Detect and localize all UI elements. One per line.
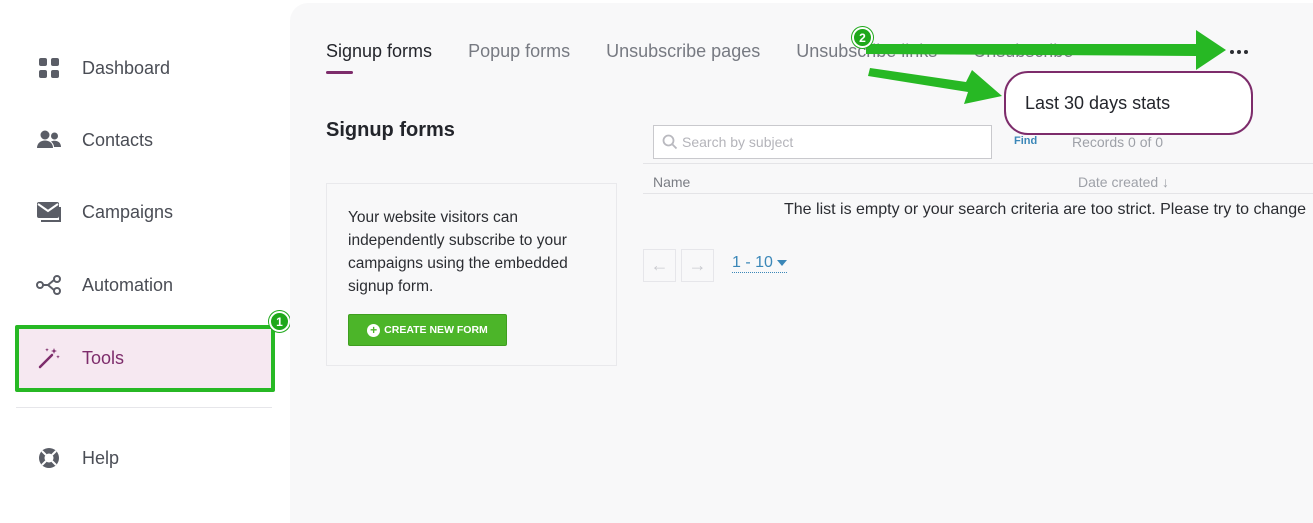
more-options-popup: Last 30 days stats [1004,71,1253,135]
info-text: Your website visitors can independently … [348,209,568,295]
tab-unsubscribe[interactable]: Unsubscribe [973,41,1073,62]
table-header: Name Date created ↓ [643,163,1313,194]
sidebar-item-contacts[interactable]: Contacts [16,107,272,173]
column-header-name[interactable]: Name [653,174,690,190]
sidebar-item-help[interactable]: Help [16,425,272,491]
lifebuoy-icon [36,445,62,471]
step-2-badge: 2 [852,27,873,48]
info-card: Your website visitors can independently … [326,183,617,366]
sidebar-item-label: Campaigns [82,201,174,222]
column-header-date-created[interactable]: Date created ↓ [1078,174,1169,190]
users-icon [36,127,62,153]
mail-icon [36,199,62,225]
search-icon [662,134,678,150]
step-1-badge: 1 [269,311,290,332]
sidebar-divider [16,407,272,408]
tab-popup-forms[interactable]: Popup forms [468,41,570,62]
page-range-label: 1 - 10 [732,254,773,271]
sidebar-item-label: Contacts [82,129,154,150]
grid-icon [36,55,62,81]
sidebar-item-automation[interactable]: Automation [16,252,272,318]
create-button-label: CREATE NEW FORM [384,324,488,336]
caret-down-icon [776,260,787,266]
sidebar-item-label: Dashboard [82,57,171,78]
sidebar-item-label: Automation [82,274,174,295]
more-options-button[interactable] [1228,43,1250,61]
sidebar: Dashboard Contacts Campaigns Automation … [0,0,290,523]
page-size-dropdown[interactable]: 1 - 10 [732,254,787,273]
tab-unsubscribe-pages[interactable]: Unsubscribe pages [606,41,760,62]
last-30-days-stats-item[interactable]: Last 30 days stats [1025,93,1170,114]
share-icon [36,272,62,298]
tools-highlight-box [15,325,275,392]
search-input[interactable] [682,134,982,150]
create-new-form-button[interactable]: + CREATE NEW FORM [348,314,507,346]
sidebar-item-dashboard[interactable]: Dashboard [16,35,272,101]
find-link[interactable]: Find [1014,135,1037,147]
sidebar-item-campaigns[interactable]: Campaigns [16,179,272,245]
tab-signup-forms[interactable]: Signup forms [326,41,432,74]
sidebar-item-label: Help [82,447,120,468]
next-page-button[interactable]: → [681,249,714,282]
search-field[interactable] [653,125,992,159]
plus-circle-icon: + [367,323,381,337]
arrow-right-icon: → [688,255,707,275]
section-title: Signup forms [326,119,455,141]
arrow-left-icon: ← [650,255,669,275]
records-count: Records 0 of 0 [1072,134,1164,150]
prev-page-button[interactable]: ← [643,249,676,282]
empty-list-message: The list is empty or your search criteri… [784,201,1306,218]
more-dots-icon [1230,50,1234,54]
tab-bar: Signup forms Popup forms Unsubscribe pag… [326,41,1109,74]
